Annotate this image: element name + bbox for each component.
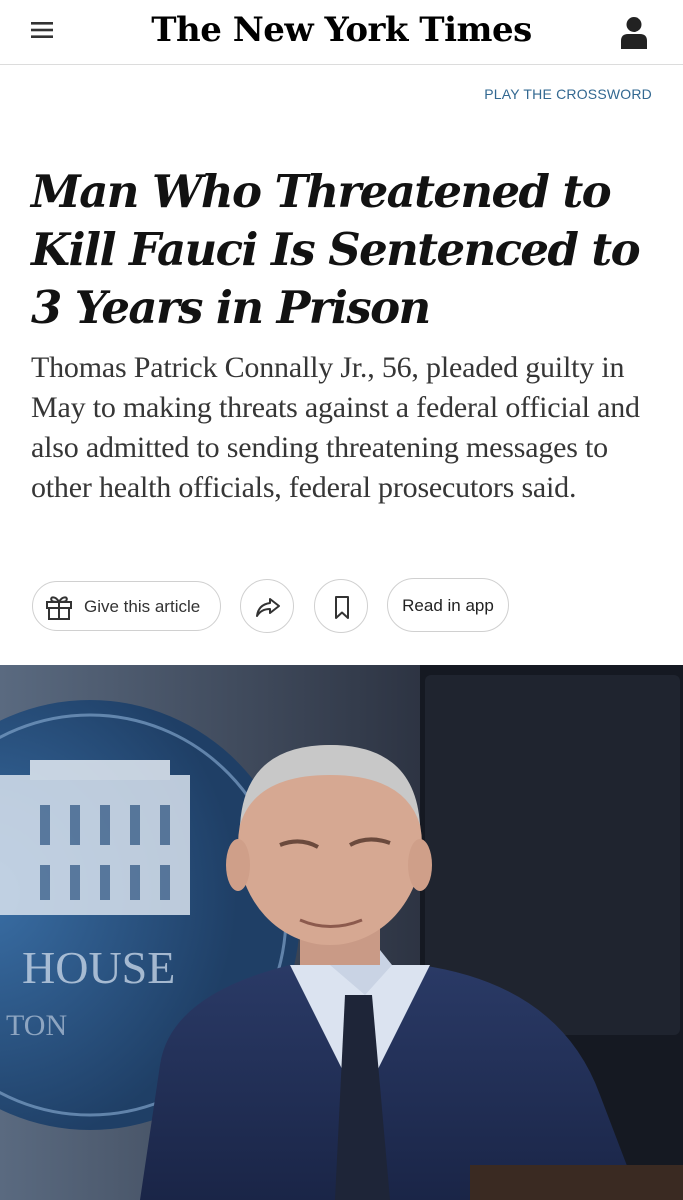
article-summary: Thomas Patrick Connally Jr., 56, pleaded… — [31, 351, 640, 504]
article-headline: Man Who Threatened to Kill Fauci Is Sent… — [31, 165, 641, 334]
seal-text-ton: TON — [6, 1009, 67, 1042]
nyt-logo[interactable]: The New York Times — [150, 6, 533, 54]
save-button[interactable] — [314, 579, 368, 633]
white-house-illustration — [0, 760, 190, 915]
hamburger-menu-icon — [31, 22, 53, 38]
person-icon — [621, 17, 647, 49]
bookmark-icon — [335, 596, 349, 619]
podium — [470, 1165, 683, 1200]
menu-button[interactable] — [20, 14, 64, 50]
article-photo: HOUSE TON — [0, 665, 683, 1200]
give-article-label: Give this article — [84, 597, 201, 616]
site-header: The New York Times — [0, 0, 683, 65]
read-in-app-button[interactable]: Read in app — [387, 578, 509, 632]
seal-text-house: HOUSE — [22, 942, 175, 993]
give-article-button[interactable]: Give this article — [32, 581, 221, 631]
article-actions: Give this article Read in app — [32, 578, 652, 634]
play-crossword-link[interactable]: PLAY THE CROSSWORD — [484, 84, 652, 104]
read-in-app-label: Read in app — [402, 596, 494, 615]
share-button[interactable] — [240, 579, 294, 633]
share-arrow-icon — [256, 598, 280, 617]
gift-icon — [46, 596, 72, 620]
account-button[interactable] — [610, 12, 658, 56]
